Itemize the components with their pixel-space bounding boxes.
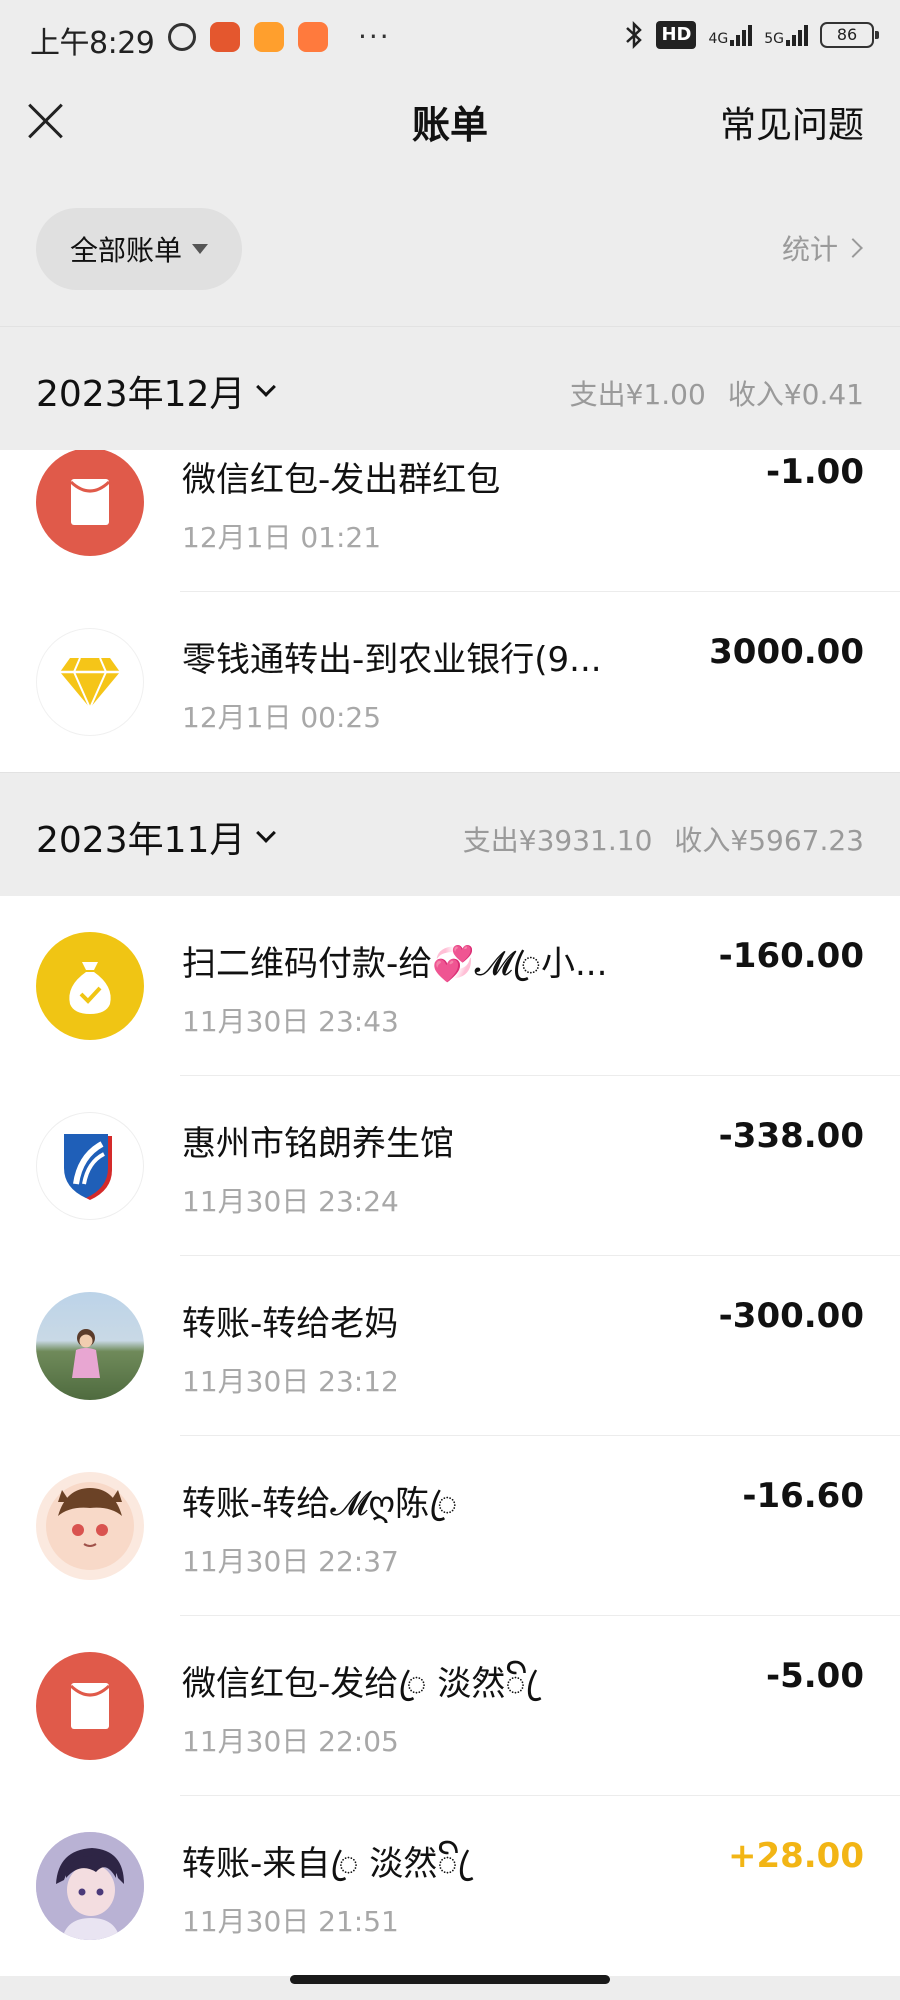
transaction-row[interactable]: 转账-转给𝓜ღ陈ꦿ 11月30日 22:37 -16.60 bbox=[0, 1436, 900, 1616]
transaction-time: 11月30日 23:24 bbox=[182, 1185, 399, 1218]
transaction-title: 惠州市铭朗养生馆 bbox=[182, 1124, 454, 1164]
system-status-icons: HD 4G 5G 86 bbox=[624, 20, 879, 50]
battery-icon: 86 bbox=[820, 22, 879, 48]
status-bar: 上午8:29 ··· HD 4G 5G 86 bbox=[0, 0, 900, 72]
transaction-list: 扫二维码付款-给💞𝓜ꦿ小... 11月30日 23:43 -160.00 惠州市… bbox=[0, 896, 900, 1976]
month-title: 2023年12月 bbox=[36, 374, 246, 415]
transaction-row[interactable]: 微信红包-发出群红包 12月1日 01:21 -1.00 bbox=[0, 450, 900, 592]
transaction-time: 12月1日 00:25 bbox=[182, 701, 382, 734]
transaction-row[interactable]: 零钱通转出-到农业银行(9... 12月1日 00:25 3000.00 bbox=[0, 592, 900, 772]
month-title: 2023年11月 bbox=[36, 820, 246, 861]
transaction-time: 11月30日 23:12 bbox=[182, 1365, 399, 1398]
faq-link[interactable]: 常见问题 bbox=[720, 96, 864, 148]
hd-badge: HD bbox=[656, 21, 697, 49]
month-header[interactable]: 2023年11月 支出¥3931.10 收入¥5967.23 bbox=[0, 772, 900, 896]
filter-bar: 全部账单 统计 bbox=[0, 172, 900, 326]
month-expense: 支出¥1.00 bbox=[569, 378, 706, 411]
status-time: 上午8:29 bbox=[30, 26, 155, 61]
nav-bar: 账单 常见问题 bbox=[0, 72, 900, 172]
month-summary: 支出¥3931.10 收入¥5967.23 bbox=[463, 819, 864, 859]
transaction-title: 转账-来自ꦿ 淡然ꦼ ꦿ bbox=[182, 1844, 475, 1884]
transaction-title: 转账-转给𝓜ღ陈ꦿ bbox=[182, 1484, 458, 1524]
red-envelope-icon bbox=[36, 1652, 144, 1760]
transaction-row[interactable]: 扫二维码付款-给💞𝓜ꦿ小... 11月30日 23:43 -160.00 bbox=[0, 896, 900, 1076]
notes-app-icon bbox=[254, 21, 284, 52]
month-header[interactable]: 2023年12月 支出¥1.00 收入¥0.41 bbox=[0, 326, 900, 450]
month-expense: 支出¥3931.10 bbox=[462, 824, 653, 857]
transaction-amount: -16.60 bbox=[742, 1476, 864, 1516]
child-photo-avatar bbox=[36, 1292, 144, 1400]
transaction-amount: -5.00 bbox=[766, 1656, 864, 1696]
transaction-row[interactable]: 转账-转给老妈 11月30日 23:12 -300.00 bbox=[0, 1256, 900, 1436]
filter-label: 全部账单 bbox=[69, 234, 182, 267]
chevron-down-icon bbox=[256, 823, 277, 843]
transaction-list: 微信红包-发出群红包 12月1日 01:21 -1.00 零钱通转出-到农业银行… bbox=[0, 450, 900, 772]
caret-down-icon bbox=[192, 244, 208, 254]
transaction-amount: -300.00 bbox=[718, 1296, 864, 1336]
month-selector[interactable]: 2023年11月 bbox=[36, 811, 277, 863]
home-indicator[interactable] bbox=[290, 1975, 610, 1984]
cartoon-girl-avatar bbox=[36, 1472, 144, 1580]
transaction-title: 零钱通转出-到农业银行(9... bbox=[182, 640, 602, 680]
month-summary: 支出¥1.00 收入¥0.41 bbox=[570, 373, 864, 413]
red-envelope-icon bbox=[36, 450, 144, 556]
money-bag-icon bbox=[36, 932, 144, 1040]
transaction-time: 11月30日 22:37 bbox=[182, 1545, 399, 1578]
transaction-time: 11月30日 23:43 bbox=[182, 1005, 399, 1038]
transaction-time: 12月1日 01:21 bbox=[182, 521, 382, 554]
transaction-row[interactable]: 惠州市铭朗养生馆 11月30日 23:24 -338.00 bbox=[0, 1076, 900, 1256]
more-notifications-icon: ··· bbox=[358, 20, 391, 53]
transaction-amount: -160.00 bbox=[718, 936, 864, 976]
transaction-time: 11月30日 22:05 bbox=[182, 1725, 399, 1758]
transaction-amount: 3000.00 bbox=[709, 632, 864, 672]
anime-boy-avatar bbox=[36, 1832, 144, 1940]
month-income: 收入¥5967.23 bbox=[674, 824, 864, 857]
bluetooth-icon bbox=[626, 20, 643, 50]
diamond-icon bbox=[36, 628, 144, 736]
statistics-label: 统计 bbox=[781, 233, 838, 266]
month-income: 收入¥0.41 bbox=[727, 378, 864, 411]
transaction-amount: -1.00 bbox=[766, 452, 864, 492]
month-selector[interactable]: 2023年12月 bbox=[36, 365, 277, 417]
transaction-title: 微信红包-发给ꦿ 淡然ꦼ ꦿ bbox=[182, 1664, 543, 1704]
shopping-app-icon bbox=[298, 21, 328, 52]
close-icon[interactable] bbox=[26, 100, 66, 140]
transaction-title: 扫二维码付款-给💞𝓜ꦿ小... bbox=[182, 944, 608, 984]
transaction-time: 11月30日 21:51 bbox=[182, 1905, 399, 1938]
signal-5g-icon: 5G bbox=[764, 24, 808, 46]
signal-4g-icon: 4G bbox=[708, 24, 753, 46]
chevron-down-icon bbox=[256, 377, 277, 397]
transaction-title: 微信红包-发出群红包 bbox=[182, 460, 501, 500]
merchant-logo bbox=[36, 1112, 144, 1220]
transaction-amount: +28.00 bbox=[727, 1836, 864, 1876]
chevron-right-icon bbox=[843, 238, 863, 258]
statistics-link[interactable]: 统计 bbox=[781, 228, 863, 268]
transaction-row[interactable]: 微信红包-发给ꦿ 淡然ꦼ ꦿ 11月30日 22:05 -5.00 bbox=[0, 1616, 900, 1796]
transaction-row[interactable]: 转账-来自ꦿ 淡然ꦼ ꦿ 11月30日 21:51 +28.00 bbox=[0, 1796, 900, 1976]
music-app-icon bbox=[210, 21, 240, 52]
transaction-title: 转账-转给老妈 bbox=[182, 1304, 399, 1344]
bill-type-filter-button[interactable]: 全部账单 bbox=[36, 208, 242, 290]
alarm-icon bbox=[168, 22, 196, 51]
transaction-amount: -338.00 bbox=[718, 1116, 864, 1156]
notification-icons: ··· bbox=[168, 20, 391, 53]
